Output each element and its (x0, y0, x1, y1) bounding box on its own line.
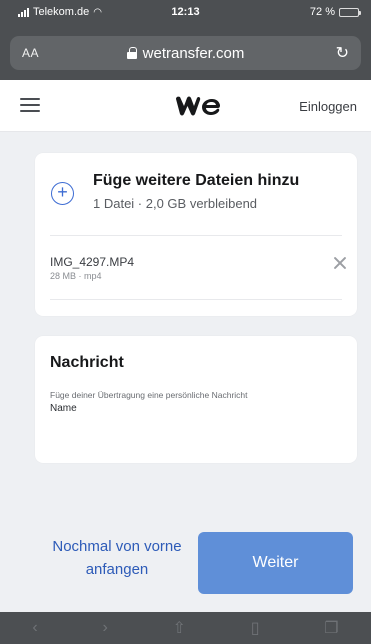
message-hint: Füge deiner Übertragung eine persönliche… (50, 390, 248, 400)
url-display[interactable]: wetransfer.com (10, 45, 361, 62)
battery-percent: 72 % (309, 6, 335, 18)
divider (50, 235, 342, 236)
file-meta: 28 MB · mp4 (50, 271, 102, 281)
file-name: IMG_4297.MP4 (50, 255, 135, 269)
lock-icon (126, 47, 137, 59)
reload-icon[interactable]: ↻ (336, 43, 349, 63)
message-card[interactable]: Nachricht Füge deiner Übertragung eine p… (35, 336, 357, 463)
file-list: IMG_4297.MP4 28 MB · mp4 (50, 153, 342, 316)
browser-toolbar: ‹ › ⇧ ▯ ❐ (0, 612, 371, 644)
battery: 72 % (309, 6, 361, 18)
remove-file-icon[interactable] (332, 255, 348, 271)
url-bar[interactable]: AA wetransfer.com ↻ (10, 36, 361, 70)
url-domain: wetransfer.com (142, 44, 245, 62)
forward-icon[interactable]: › (102, 619, 107, 637)
back-icon[interactable]: ‹ (32, 619, 37, 637)
menu-icon[interactable] (20, 98, 40, 112)
battery-icon (339, 7, 361, 17)
name-field[interactable]: Name (50, 403, 77, 414)
restart-button[interactable]: Nochmal von vorne anfangen (52, 535, 182, 581)
share-icon[interactable]: ⇧ (173, 618, 186, 638)
tabs-icon[interactable]: ❐ (324, 618, 338, 638)
wetransfer-logo[interactable] (175, 95, 221, 117)
site-header: Einloggen (0, 80, 371, 132)
login-link[interactable]: Einloggen (299, 99, 357, 114)
browser-top-bar: Telekom.de ◠ 12:13 72 % AA wetransfer.co… (0, 0, 371, 80)
next-button[interactable]: Weiter (198, 532, 353, 594)
status-bar: Telekom.de ◠ 12:13 72 % (0, 6, 371, 22)
files-card: + Füge weitere Dateien hinzu 1 Datei · 2… (35, 153, 357, 316)
bookmarks-icon[interactable]: ▯ (251, 618, 260, 638)
divider (50, 299, 342, 300)
message-title: Nachricht (50, 354, 124, 371)
